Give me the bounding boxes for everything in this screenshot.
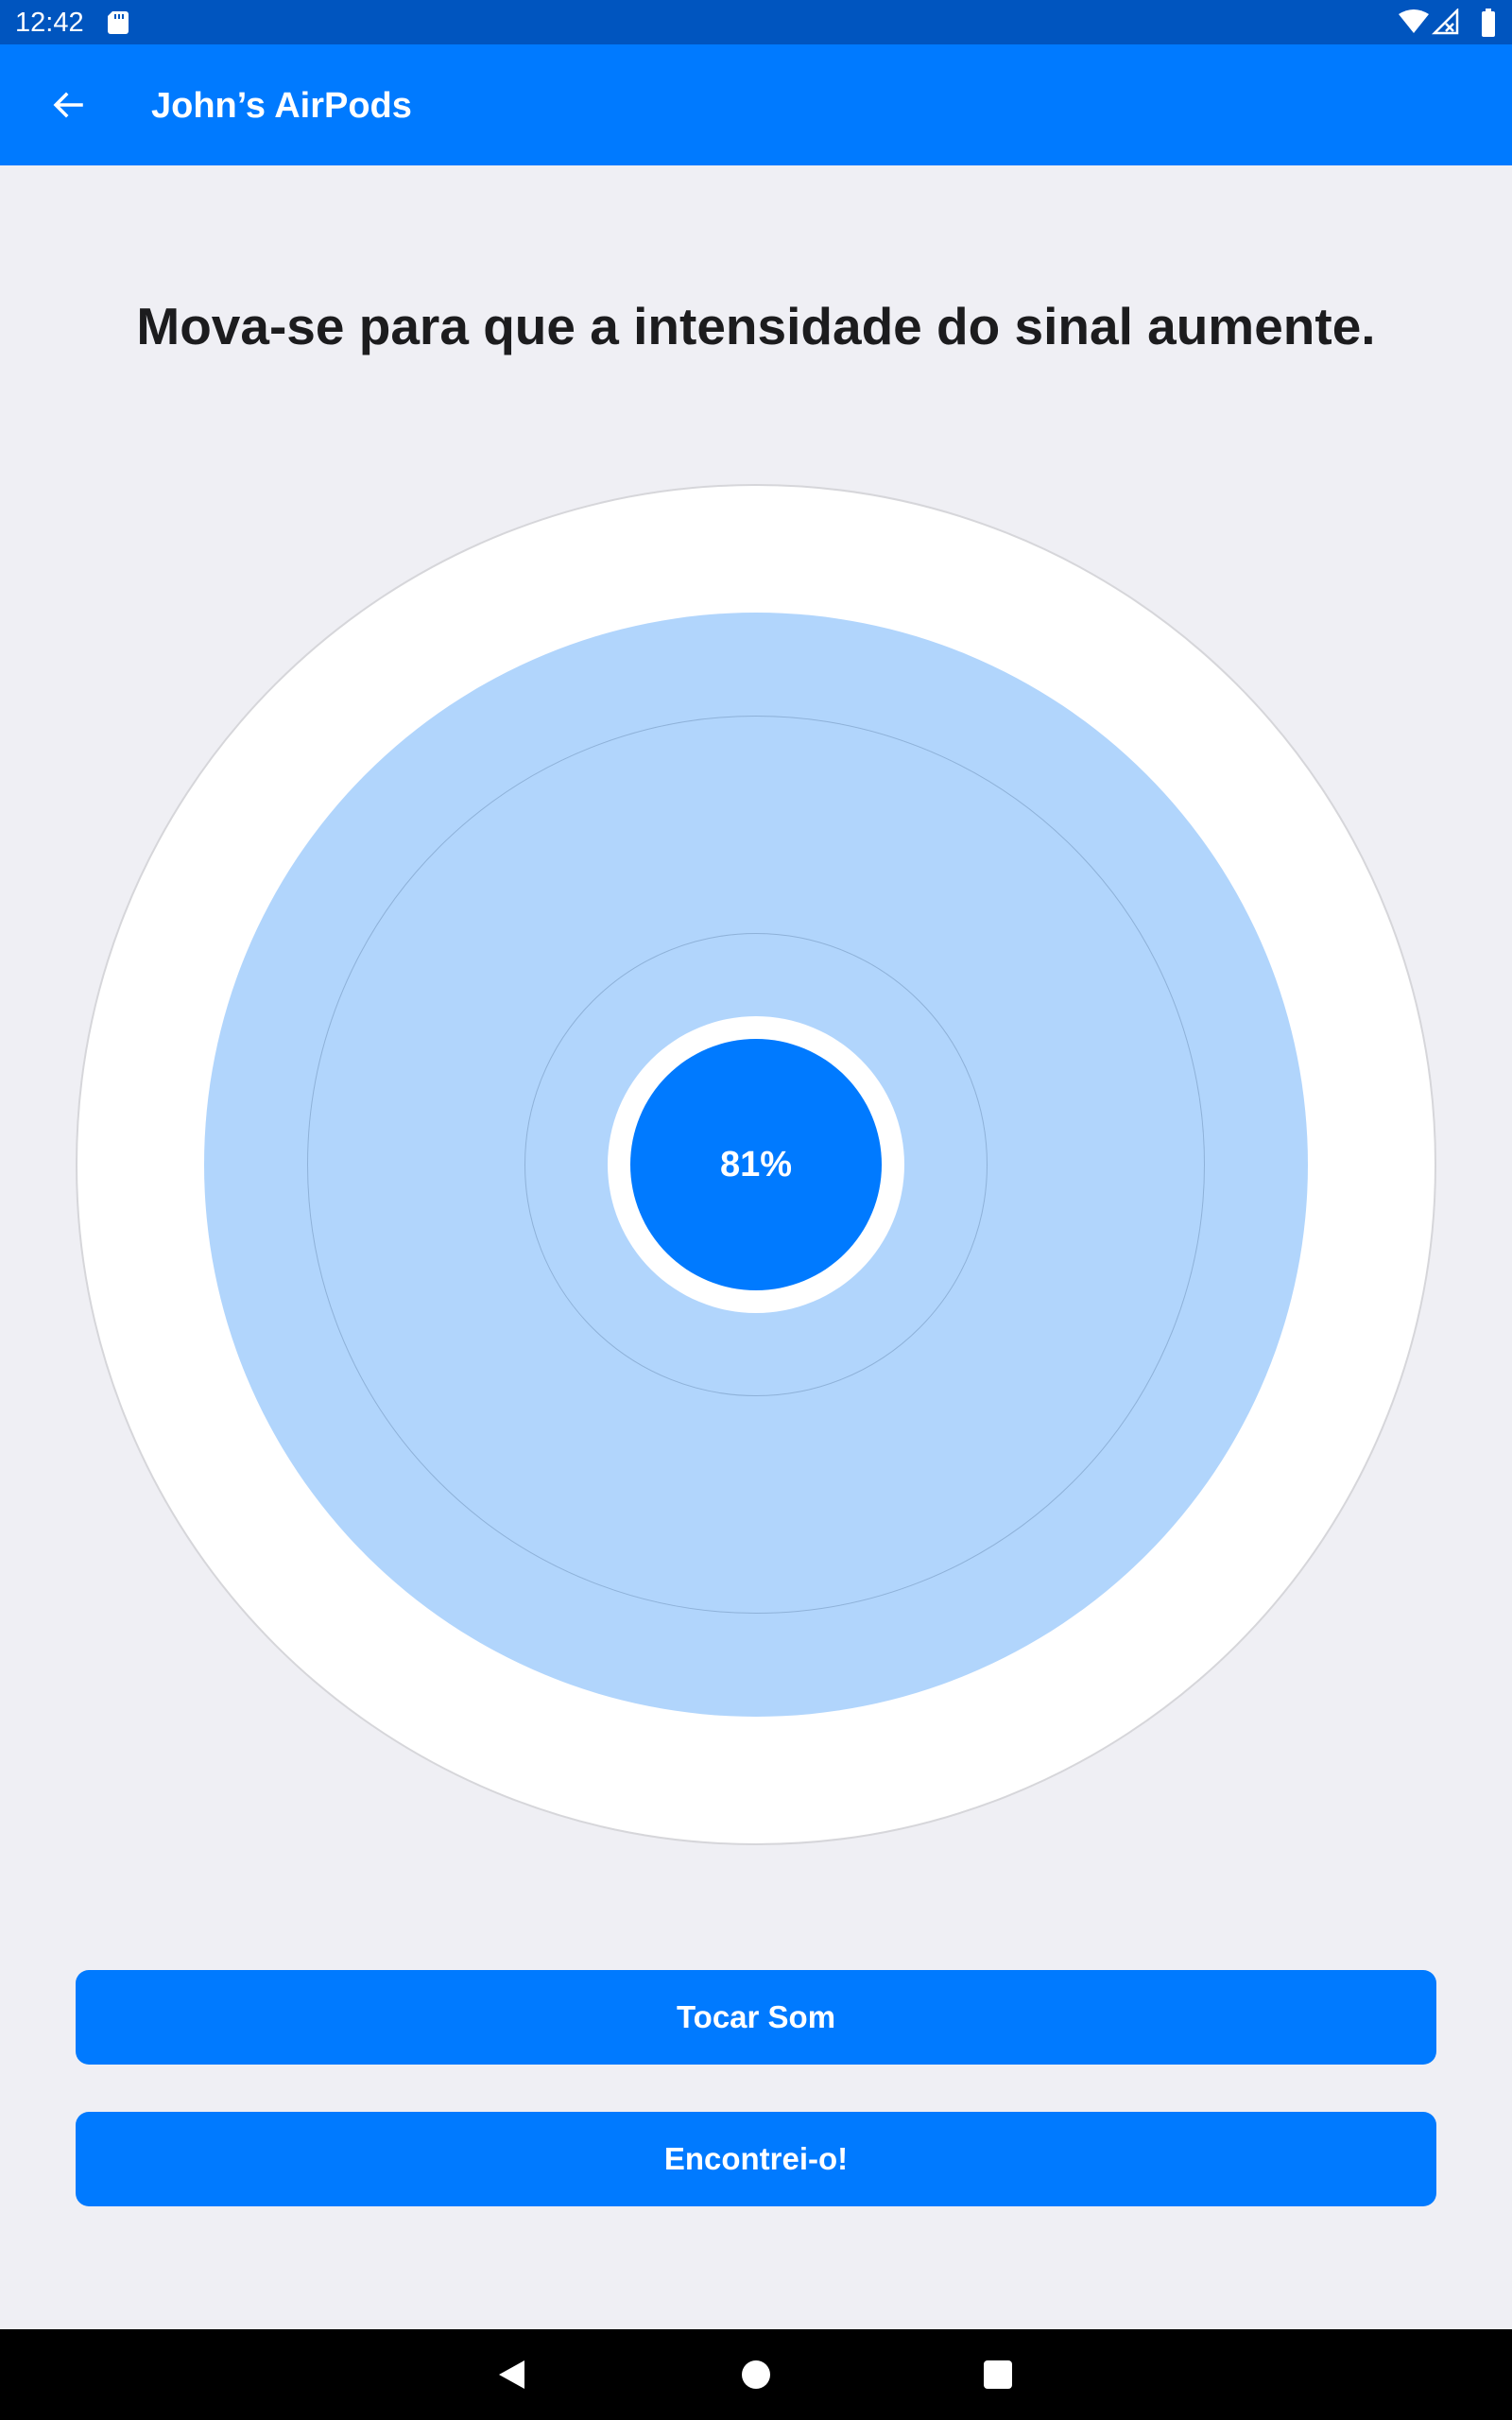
signal-radar: 81% [76,484,1436,1845]
cell-signal-icon [1431,9,1459,35]
wifi-icon [1399,9,1429,33]
status-time: 12:42 [15,8,84,38]
sd-card-icon [108,11,129,34]
play-sound-button[interactable]: Tocar Som [76,1970,1436,2065]
arrow-left-icon [53,92,83,118]
page-title: John’s AirPods [151,86,412,126]
back-triangle-icon [499,2360,524,2389]
nav-home-button[interactable] [733,2352,779,2397]
recents-square-icon [984,2360,1012,2389]
status-bar: 12:42 [0,0,1512,44]
nav-back-button[interactable] [490,2352,535,2397]
home-circle-icon [742,2360,770,2389]
found-it-button[interactable]: Encontrei-o! [76,2112,1436,2206]
instruction-text: Mova-se para que a intensidade do sinal … [136,297,1376,355]
system-nav-bar [0,2329,1512,2420]
nav-recents-button[interactable] [975,2352,1021,2397]
app-bar: John’s AirPods [0,44,1512,165]
signal-core: 81% [630,1039,882,1290]
back-button[interactable] [38,75,98,135]
battery-icon [1482,9,1495,37]
status-icons [1399,9,1495,37]
signal-percent: 81% [719,1145,793,1184]
